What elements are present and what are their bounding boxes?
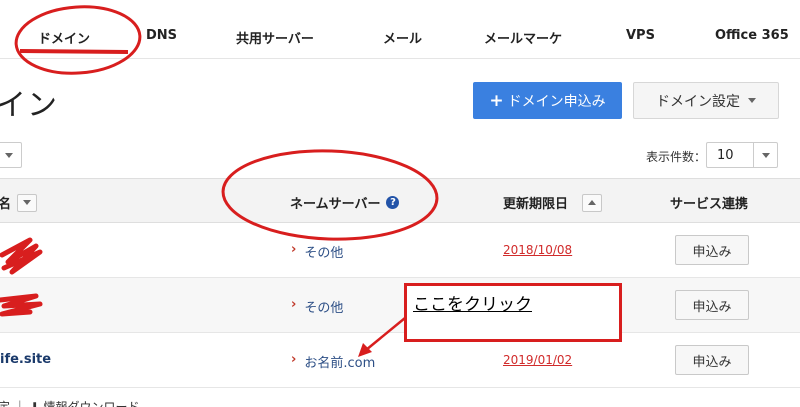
page-title: イン bbox=[0, 88, 58, 123]
nameserver-value: お名前.com bbox=[304, 356, 376, 371]
nameserver-value: その他 bbox=[304, 301, 344, 316]
tab-shared-server[interactable]: 共用サーバー bbox=[236, 28, 314, 47]
sort-domain-button[interactable] bbox=[17, 193, 38, 212]
table-row: ife.site › お名前.com 2019/01/02 申込み bbox=[0, 333, 800, 388]
bulk-action-select[interactable] bbox=[0, 142, 22, 168]
service-apply-button[interactable]: 申込み bbox=[675, 345, 749, 375]
chevron-right-icon: › bbox=[291, 352, 297, 367]
chevron-right-icon: › bbox=[291, 297, 297, 312]
column-nameserver-label: ネームサーバー bbox=[290, 197, 381, 212]
annotation-text: ここをクリック bbox=[413, 295, 532, 315]
tab-vps[interactable]: VPS bbox=[626, 28, 655, 43]
chevron-right-icon: › bbox=[291, 242, 297, 257]
tab-domain[interactable]: ドメイン bbox=[38, 28, 90, 47]
column-domain: 名 bbox=[0, 193, 38, 212]
tab-mail-marketing[interactable]: メールマーケ bbox=[484, 28, 562, 47]
sort-expiry-button[interactable] bbox=[582, 193, 603, 212]
apply-domain-label: ドメイン申込み bbox=[507, 93, 606, 110]
tab-dns[interactable]: DNS bbox=[146, 28, 177, 43]
column-service-label: サービス連携 bbox=[670, 197, 749, 212]
column-nameserver: ネームサーバー ? bbox=[290, 193, 400, 212]
domain-settings-label: ドメイン設定 bbox=[656, 93, 740, 110]
annotation-callout: ここをクリック bbox=[404, 283, 622, 342]
service-apply-button[interactable]: 申込み bbox=[675, 235, 749, 265]
tab-mail[interactable]: メール bbox=[383, 28, 422, 47]
chevron-up-icon bbox=[588, 200, 597, 205]
per-page-select[interactable]: 10 bbox=[706, 142, 778, 168]
footer-links[interactable]: 定 ｜ ⬇ 情報ダウンロード bbox=[0, 398, 140, 407]
column-expiry: 更新期限日 bbox=[503, 193, 603, 212]
tab-office365[interactable]: Office 365 bbox=[715, 28, 789, 43]
column-domain-label: 名 bbox=[0, 197, 12, 212]
nameserver-link[interactable]: › その他 bbox=[291, 297, 343, 316]
per-page-arrow[interactable] bbox=[753, 143, 777, 167]
expiry-date-link[interactable]: 2018/10/08 bbox=[503, 243, 572, 257]
table-row: › その他 2018/10/08 申込み bbox=[0, 223, 800, 278]
table-header: 名 ネームサーバー ? 更新期限日 サービス連携 bbox=[0, 178, 800, 223]
per-page-label: 表示件数： bbox=[646, 150, 707, 164]
nameserver-value: その他 bbox=[304, 246, 344, 261]
domain-name[interactable]: ife.site bbox=[0, 352, 51, 367]
chevron-down-icon bbox=[23, 200, 32, 205]
per-page-value: 10 bbox=[717, 147, 734, 163]
apply-domain-button[interactable]: + ドメイン申込み bbox=[473, 82, 622, 119]
help-icon[interactable]: ? bbox=[386, 196, 400, 209]
chevron-down-icon bbox=[761, 152, 770, 158]
domain-settings-button[interactable]: ドメイン設定 bbox=[633, 82, 779, 119]
nameserver-link[interactable]: › お名前.com bbox=[291, 352, 375, 371]
service-apply-button[interactable]: 申込み bbox=[675, 290, 749, 320]
column-service: サービス連携 bbox=[670, 193, 748, 212]
chevron-down-icon bbox=[5, 152, 13, 158]
chevron-down-icon bbox=[748, 98, 756, 103]
table-row: › その他 申込み bbox=[0, 278, 800, 333]
expiry-date-link[interactable]: 2019/01/02 bbox=[503, 353, 572, 367]
column-expiry-label: 更新期限日 bbox=[503, 197, 569, 212]
top-navigation: ドメイン DNS 共用サーバー メール メールマーケ VPS Office 36… bbox=[0, 0, 800, 60]
plus-icon: + bbox=[489, 90, 504, 111]
nav-divider bbox=[0, 58, 800, 59]
nameserver-link[interactable]: › その他 bbox=[291, 242, 343, 261]
